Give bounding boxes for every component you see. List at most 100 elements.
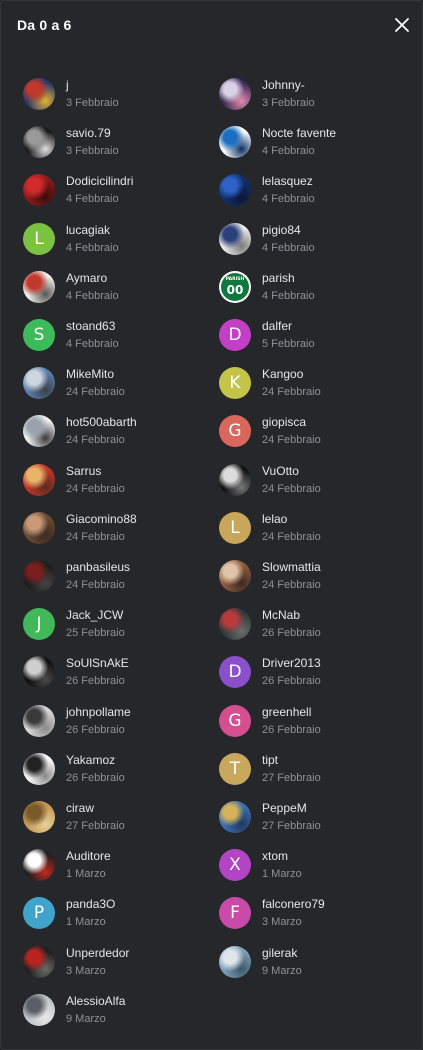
username[interactable]: lucagiak: [66, 223, 110, 237]
user-list-item[interactable]: gilerak 9 Marzo: [219, 943, 409, 983]
username[interactable]: Johnny-: [262, 78, 305, 92]
user-list-item[interactable]: hot500abarth 24 Febbraio: [23, 412, 213, 452]
avatar[interactable]: [219, 560, 251, 592]
avatar[interactable]: L: [219, 511, 251, 544]
username[interactable]: stoand63: [66, 319, 115, 333]
user-list-item[interactable]: Ggreenhell 26 Febbraio: [219, 702, 409, 742]
username[interactable]: Nocte favente: [262, 126, 336, 140]
user-list-item[interactable]: J Jack_JCW 25 Febbraio: [23, 605, 213, 645]
user-list-item[interactable]: Dodicicilindri 4 Febbraio: [23, 171, 213, 211]
user-list-item[interactable]: Ttipt 27 Febbraio: [219, 750, 409, 790]
user-list-item[interactable]: McNab 26 Febbraio: [219, 605, 409, 645]
avatar[interactable]: J: [23, 608, 55, 641]
avatar[interactable]: [219, 463, 251, 496]
username[interactable]: Slowmattia: [262, 560, 321, 574]
username[interactable]: greenhell: [262, 705, 311, 719]
avatar[interactable]: [23, 849, 55, 882]
user-list-item[interactable]: K Kangoo 24 Febbraio: [219, 364, 409, 404]
avatar[interactable]: [23, 801, 55, 833]
avatar[interactable]: [23, 752, 55, 785]
avatar[interactable]: [23, 511, 55, 544]
avatar[interactable]: T: [219, 752, 251, 785]
avatar[interactable]: [219, 945, 251, 978]
username[interactable]: PeppeM: [262, 801, 307, 815]
username[interactable]: dalfer: [262, 319, 292, 333]
username[interactable]: panbasileus: [66, 560, 130, 574]
user-list-item[interactable]: j 3 Febbraio: [23, 75, 213, 115]
username[interactable]: giopisca: [262, 415, 306, 429]
username[interactable]: j: [66, 78, 69, 92]
user-list-item[interactable]: johnpollame 26 Febbraio: [23, 702, 213, 742]
username[interactable]: gilerak: [262, 946, 297, 960]
user-list-item[interactable]: Ppanda3O 1 Marzo: [23, 894, 213, 934]
username[interactable]: ciraw: [66, 801, 94, 815]
username[interactable]: lelao: [262, 512, 287, 526]
avatar[interactable]: [23, 560, 55, 592]
avatar[interactable]: F: [219, 897, 251, 930]
avatar[interactable]: PARISH 00: [219, 270, 251, 303]
user-list-item[interactable]: Ffalconero79 3 Marzo: [219, 894, 409, 934]
username[interactable]: Sarrus: [66, 464, 101, 478]
avatar[interactable]: [23, 463, 55, 496]
avatar[interactable]: [23, 415, 55, 448]
user-list-item[interactable]: Aymaro 4 Febbraio: [23, 268, 213, 308]
user-list-item[interactable]: PeppeM 27 Febbraio: [219, 798, 409, 838]
user-list-item[interactable]: Unperdedor 3 Marzo: [23, 943, 213, 983]
avatar[interactable]: G: [219, 704, 251, 737]
avatar[interactable]: [219, 801, 251, 833]
avatar[interactable]: [23, 78, 55, 110]
user-list-item[interactable]: PARISH 00 parish 4 Febbraio: [219, 268, 409, 308]
user-list-item[interactable]: Sstoand63 4 Febbraio: [23, 316, 213, 356]
username[interactable]: Aymaro: [66, 271, 107, 285]
username[interactable]: Kangoo: [262, 367, 303, 381]
avatar[interactable]: K: [219, 367, 251, 400]
user-list-item[interactable]: Giacomino88 24 Febbraio: [23, 509, 213, 549]
username[interactable]: Yakamoz: [66, 753, 115, 767]
user-list-item[interactable]: AlessioAlfa 9 Marzo: [23, 991, 213, 1031]
user-list-item[interactable]: Yakamoz 26 Febbraio: [23, 750, 213, 790]
username[interactable]: johnpollame: [66, 705, 131, 719]
username[interactable]: lelasquez: [262, 174, 313, 188]
avatar[interactable]: [219, 78, 251, 110]
avatar[interactable]: P: [23, 897, 55, 930]
username[interactable]: parish: [262, 271, 295, 285]
username[interactable]: Unperdedor: [66, 946, 129, 960]
avatar[interactable]: [23, 174, 55, 207]
username[interactable]: Giacomino88: [66, 512, 137, 526]
avatar[interactable]: [23, 656, 55, 689]
user-list-item[interactable]: D Driver2013 26 Febbraio: [219, 653, 409, 693]
avatar[interactable]: D: [219, 656, 251, 689]
username[interactable]: Auditore: [66, 849, 111, 863]
username[interactable]: Driver2013: [262, 656, 321, 670]
user-list-item[interactable]: ciraw 27 Febbraio: [23, 798, 213, 838]
user-list-item[interactable]: Slowmattia 24 Febbraio: [219, 557, 409, 597]
username[interactable]: MikeMito: [66, 367, 114, 381]
username[interactable]: VuOtto: [262, 464, 299, 478]
user-list-item[interactable]: Llucagiak 4 Febbraio: [23, 220, 213, 260]
user-list-item[interactable]: Nocte favente 4 Febbraio: [219, 123, 409, 163]
username[interactable]: pigio84: [262, 223, 301, 237]
username[interactable]: tipt: [262, 753, 278, 767]
username[interactable]: hot500abarth: [66, 415, 137, 429]
avatar[interactable]: [219, 126, 251, 159]
avatar[interactable]: [23, 945, 55, 978]
user-list-item[interactable]: savio.79 3 Febbraio: [23, 123, 213, 163]
avatar[interactable]: [219, 608, 251, 641]
user-list-item[interactable]: VuOtto 24 Febbraio: [219, 461, 409, 501]
avatar[interactable]: D: [219, 319, 251, 351]
username[interactable]: falconero79: [262, 897, 325, 911]
username[interactable]: xtom: [262, 849, 288, 863]
avatar[interactable]: [23, 367, 55, 400]
avatar[interactable]: [23, 993, 55, 1026]
username[interactable]: SoUlSnAkE: [66, 656, 129, 670]
username[interactable]: McNab: [262, 608, 300, 622]
user-list-item[interactable]: MikeMito 24 Febbraio: [23, 364, 213, 404]
user-list-item[interactable]: Johnny- 3 Febbraio: [219, 75, 409, 115]
avatar[interactable]: [23, 704, 55, 737]
user-list-item[interactable]: panbasileus 24 Febbraio: [23, 557, 213, 597]
close-button[interactable]: [392, 15, 412, 35]
avatar[interactable]: S: [23, 319, 55, 351]
username[interactable]: Jack_JCW: [66, 608, 123, 622]
user-list-item[interactable]: Xxtom 1 Marzo: [219, 846, 409, 886]
user-list-item[interactable]: Llelao 24 Febbraio: [219, 509, 409, 549]
